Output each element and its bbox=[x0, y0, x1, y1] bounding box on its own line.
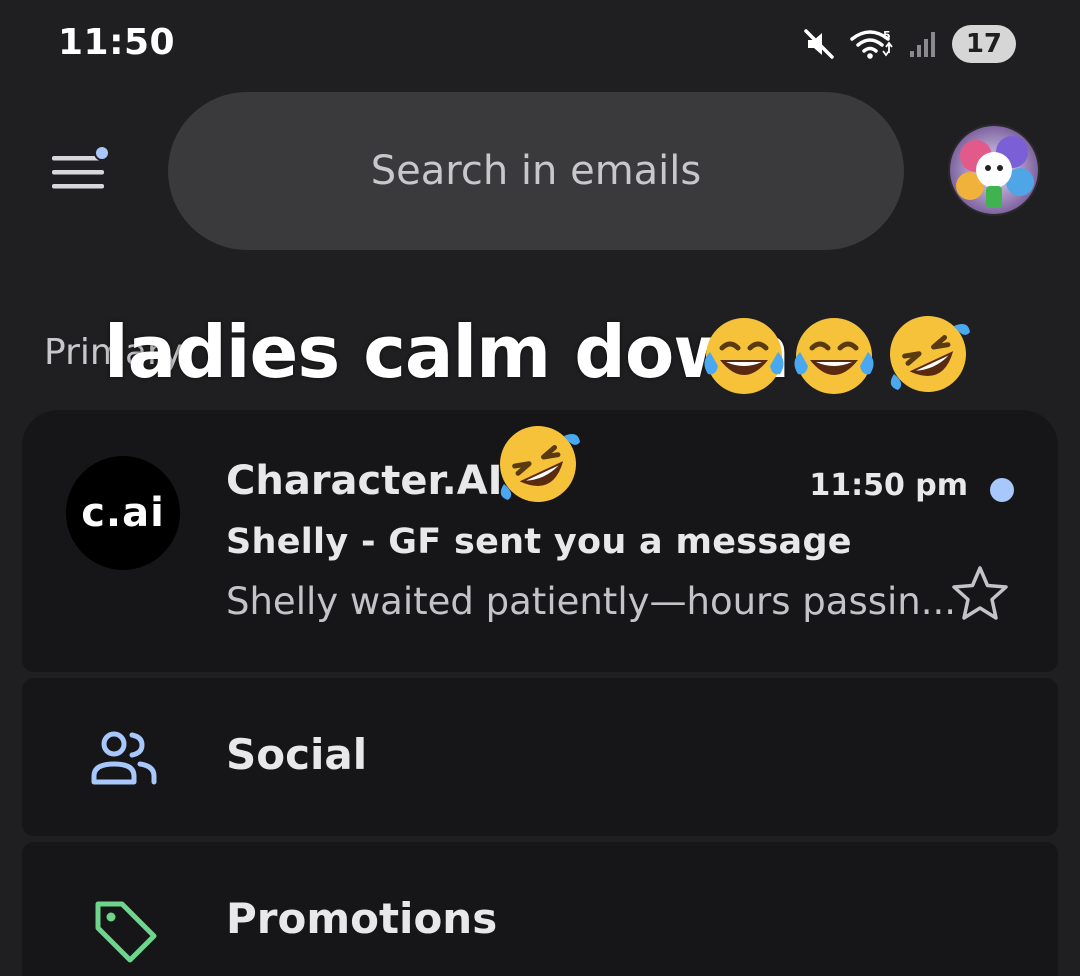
social-people-icon bbox=[88, 722, 158, 792]
user-avatar[interactable] bbox=[950, 126, 1038, 214]
tag-icon bbox=[90, 896, 160, 966]
email-time: 11:50 pm bbox=[809, 468, 968, 503]
rolling-on-the-floor-laughing-emoji bbox=[890, 316, 970, 392]
mute-icon bbox=[804, 29, 834, 59]
wifi-icon: 5 bbox=[850, 29, 893, 59]
face-with-tears-of-joy-emoji bbox=[794, 318, 874, 394]
overlay-caption: ladies calm down bbox=[104, 310, 790, 394]
avatar-image bbox=[950, 126, 1038, 214]
battery-badge: 17 bbox=[951, 25, 1016, 63]
unread-dot-icon bbox=[990, 478, 1014, 502]
category-row-social[interactable] bbox=[22, 678, 1058, 836]
status-time: 11:50 bbox=[58, 22, 176, 63]
svg-text:5: 5 bbox=[883, 29, 891, 42]
star-button[interactable] bbox=[948, 562, 1012, 626]
category-label-social: Social bbox=[226, 730, 368, 779]
rolling-on-the-floor-laughing-emoji bbox=[500, 426, 580, 502]
email-subject: Shelly - GF sent you a message bbox=[226, 522, 852, 562]
category-label-promotions: Promotions bbox=[226, 894, 498, 943]
search-placeholder: Search in emails bbox=[370, 148, 702, 194]
face-with-tears-of-joy-emoji bbox=[704, 318, 784, 394]
signal-icon bbox=[909, 32, 935, 57]
hamburger-menu-icon bbox=[52, 145, 110, 189]
menu-button[interactable] bbox=[46, 140, 110, 196]
search-bar[interactable]: Search in emails bbox=[168, 92, 904, 250]
category-row-promotions[interactable] bbox=[22, 842, 1058, 976]
sender-logo: c.ai bbox=[66, 456, 180, 570]
gmail-inbox-screen: 11:50 5 17 Search in emails Primary c.ai… bbox=[0, 0, 1080, 976]
star-outline-icon bbox=[952, 566, 1008, 620]
email-snippet: Shelly waited patiently—hours passin... bbox=[226, 580, 957, 623]
sender-name: Character.AI bbox=[226, 458, 503, 504]
status-icons: 5 17 bbox=[802, 24, 1016, 64]
